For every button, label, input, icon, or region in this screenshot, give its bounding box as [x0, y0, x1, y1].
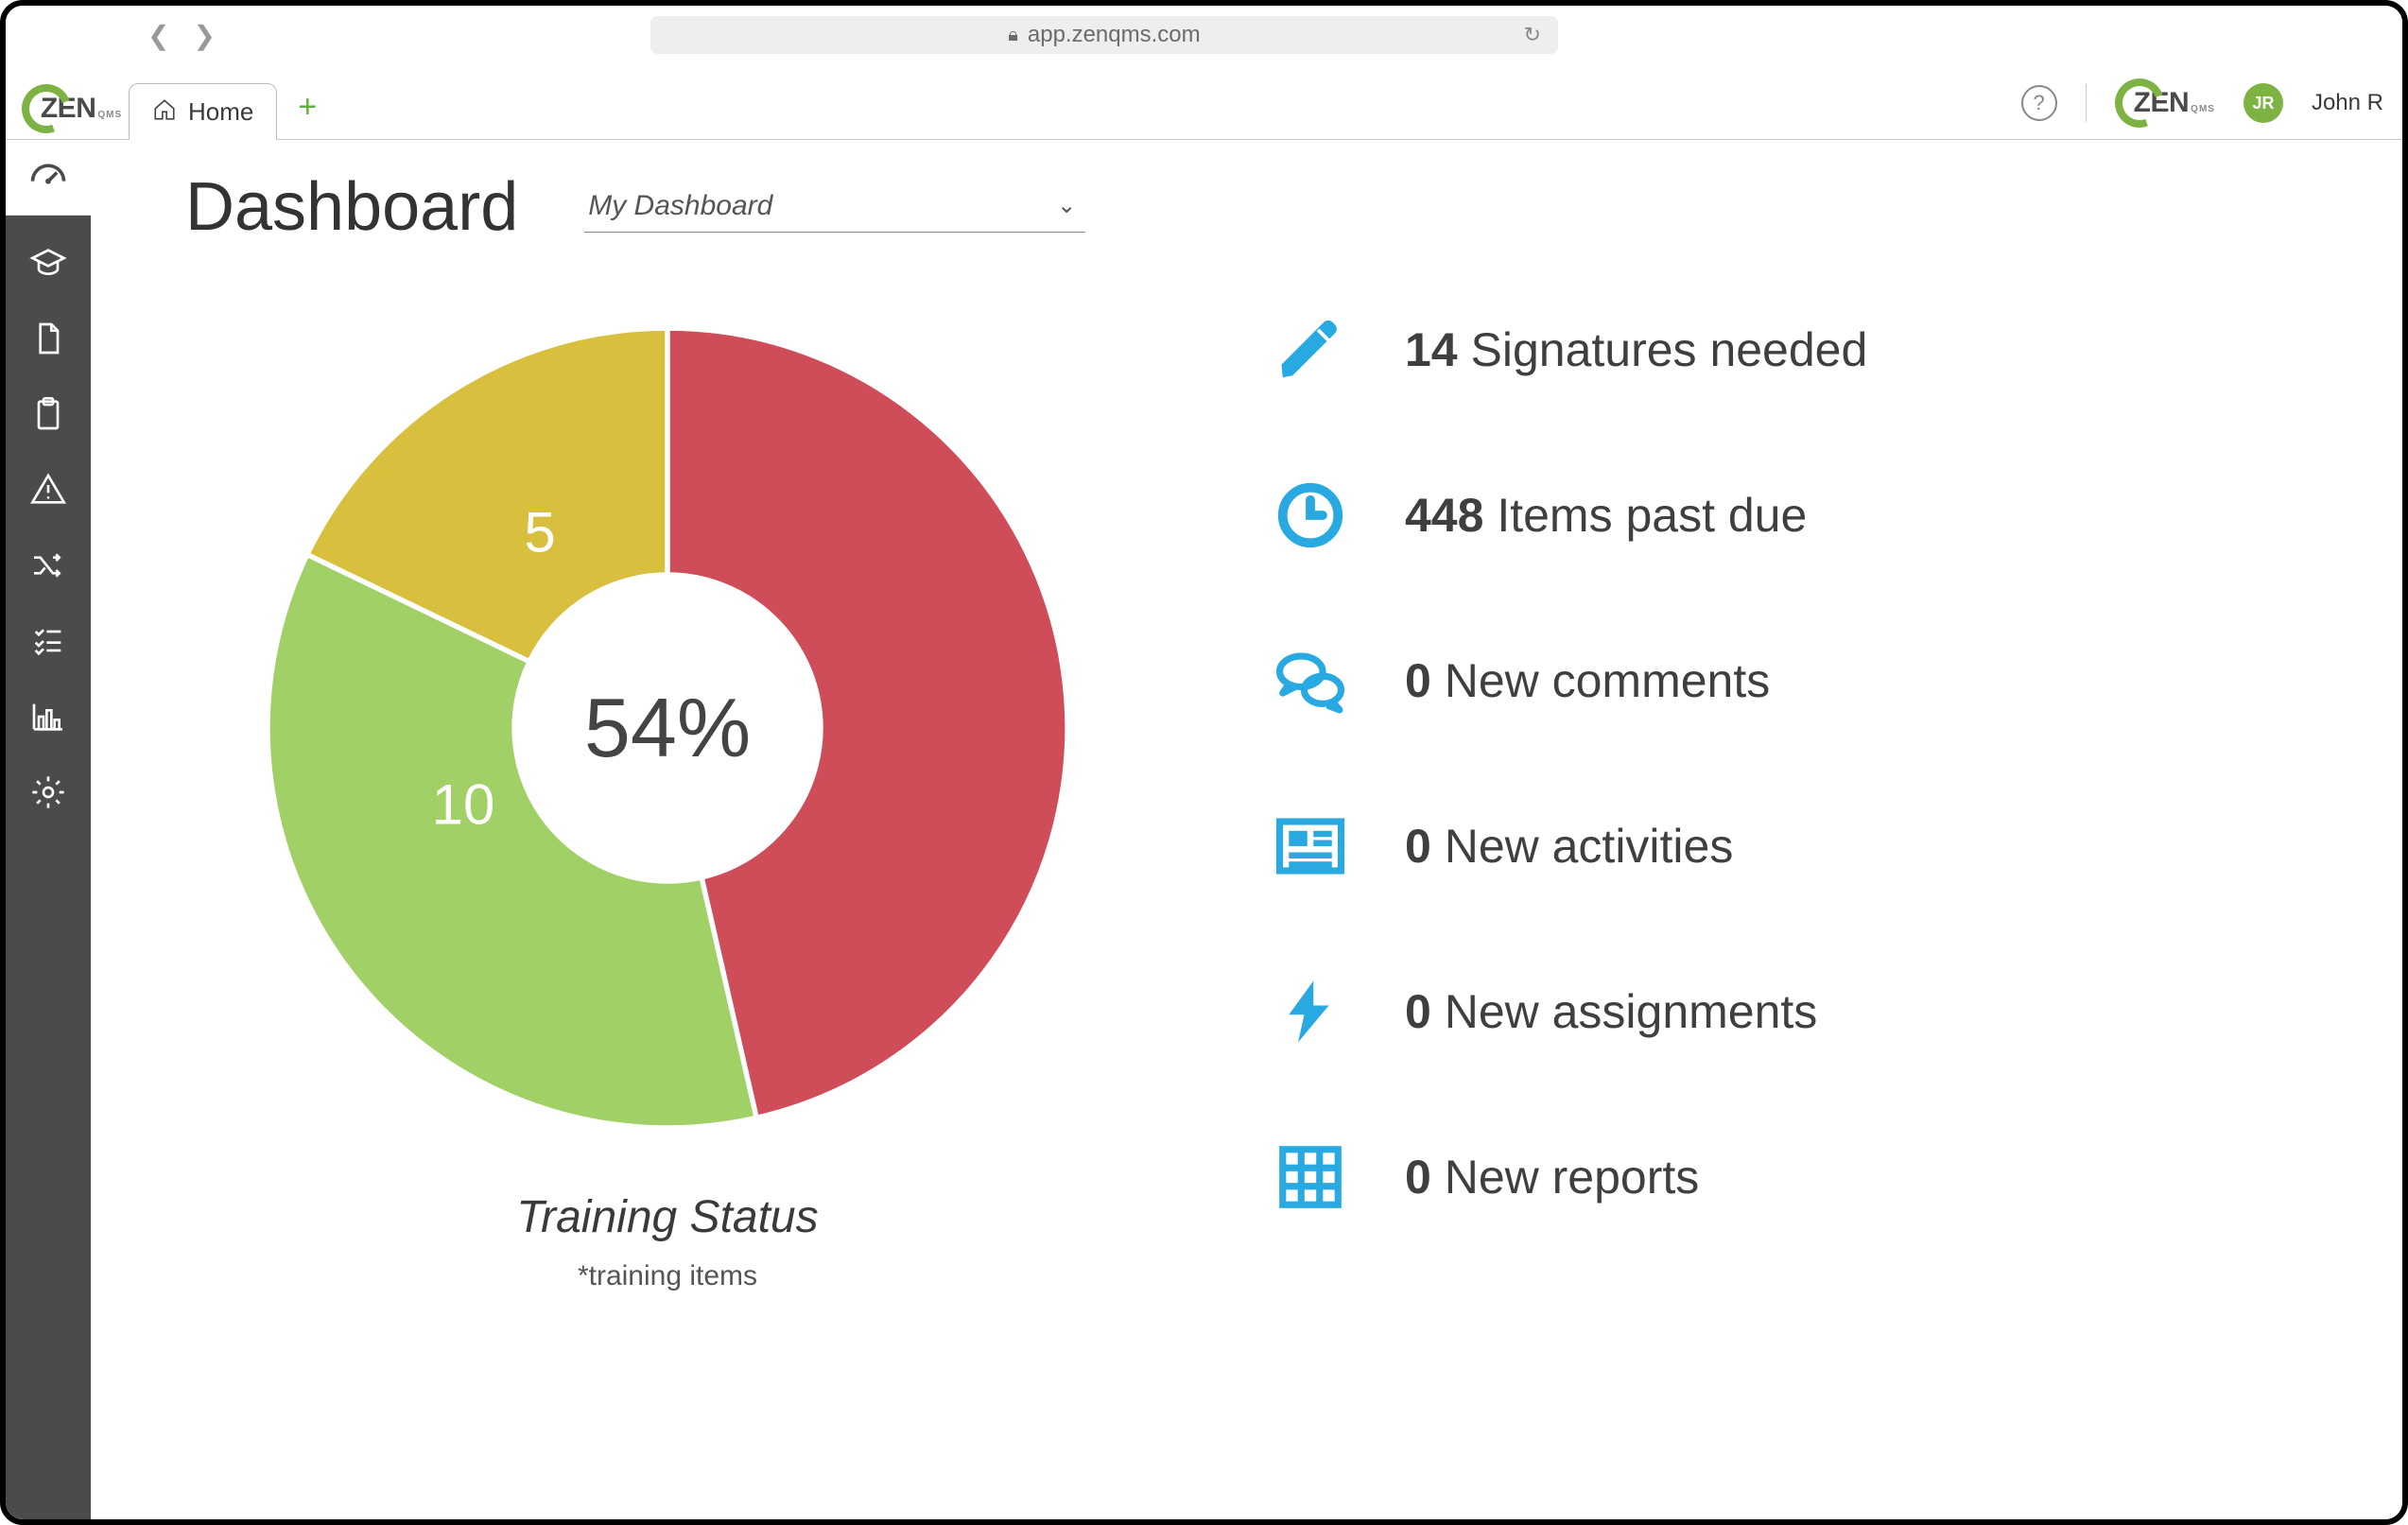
stat-text-4: 0 New assignments — [1405, 984, 1817, 1039]
bolt-icon — [1263, 974, 1358, 1049]
stats-list: 14 Signatures needed 448 Items past due 0 … — [1263, 312, 1867, 1292]
warning-icon — [29, 471, 67, 509]
app-logo[interactable]: ZENQMS — [15, 78, 129, 139]
donut-slice-label-red: 13 — [704, 645, 768, 710]
sidebar-item-tasks[interactable] — [6, 603, 91, 679]
grid-icon — [1263, 1139, 1358, 1215]
main-content: Dashboard My Dashboard ⌄ 54% 13105 Train… — [91, 140, 2402, 1519]
sidebar-item-training[interactable] — [6, 225, 91, 301]
stat-row-1[interactable]: 448 Items past due — [1263, 477, 1867, 553]
clipboard-icon — [29, 395, 67, 433]
refresh-icon[interactable]: ↻ — [1524, 23, 1541, 47]
logo-subtext: QMS — [97, 110, 122, 120]
home-icon — [152, 97, 177, 127]
help-icon-glyph: ? — [2034, 91, 2045, 115]
bar-chart-icon — [29, 698, 67, 736]
chart-title: Training Status — [516, 1191, 818, 1243]
stat-text-5: 0 New reports — [1405, 1150, 1699, 1204]
stat-row-0[interactable]: 14 Signatures needed — [1263, 312, 1867, 388]
comments-icon — [1263, 643, 1358, 719]
document-icon — [29, 320, 67, 357]
sidebar-item-documents[interactable] — [6, 301, 91, 376]
dashboard-selector[interactable]: My Dashboard ⌄ — [584, 182, 1085, 233]
help-button[interactable]: ? — [2021, 85, 2057, 121]
checklist-icon — [29, 622, 67, 660]
avatar-initials: JR — [2252, 94, 2274, 113]
sidebar-item-issues[interactable] — [6, 452, 91, 528]
sidebar-item-settings[interactable] — [6, 754, 91, 830]
browser-url-bar[interactable]: 🔒︎ app.zenqms.com ↻ — [650, 16, 1558, 54]
stat-text-0: 14 Signatures needed — [1405, 322, 1867, 377]
stat-row-2[interactable]: 0 New comments — [1263, 643, 1867, 719]
lock-icon: 🔒︎ — [1008, 25, 1018, 46]
logo-ring-icon — [13, 76, 78, 141]
sidebar-item-reports[interactable] — [6, 679, 91, 754]
gauge-icon — [27, 157, 69, 199]
shuffle-icon — [29, 546, 67, 584]
donut-slice-label-yellow: 5 — [524, 500, 555, 565]
pencil-icon — [1263, 312, 1358, 388]
news-icon — [1263, 808, 1358, 884]
add-tab-button[interactable]: + — [298, 89, 317, 126]
browser-chrome: ❮ ❯ 🔒︎ app.zenqms.com ↻ — [6, 6, 2402, 64]
sidebar-item-change[interactable] — [6, 528, 91, 603]
logo-ring-icon — [2106, 70, 2172, 135]
sidebar-item-clipboard[interactable] — [6, 376, 91, 452]
header-divider — [2086, 84, 2087, 122]
chart-subtitle: *training items — [578, 1260, 757, 1292]
sidebar — [6, 140, 91, 1519]
user-name[interactable]: John R — [2312, 90, 2383, 116]
tab-home-label: Home — [188, 97, 253, 127]
avatar[interactable]: JR — [2243, 83, 2283, 123]
stat-text-1: 448 Items past due — [1405, 488, 1807, 543]
app-header: ZENQMS Home + ? ZENQMS JR John R — [6, 64, 2402, 140]
brand-logo-right: ZENQMS — [2115, 78, 2215, 128]
sidebar-item-dashboard[interactable] — [6, 140, 91, 216]
clock-icon — [1263, 477, 1358, 553]
page-title: Dashboard — [185, 168, 518, 246]
browser-forward-button[interactable]: ❯ — [193, 20, 215, 51]
dashboard-selector-value: My Dashboard — [588, 190, 772, 222]
chevron-down-icon: ⌄ — [1057, 192, 1076, 219]
stat-text-3: 0 New activities — [1405, 819, 1733, 874]
graduation-cap-icon — [29, 244, 67, 282]
browser-url-text: app.zenqms.com — [1028, 22, 1201, 48]
stat-text-2: 0 New comments — [1405, 653, 1770, 708]
donut-slice-label-green: 10 — [432, 772, 495, 838]
training-status-chart: 54% 13105 Training Status *training item… — [242, 303, 1093, 1292]
tab-home[interactable]: Home — [129, 83, 277, 140]
stat-row-5[interactable]: 0 New reports — [1263, 1139, 1867, 1215]
gear-icon — [29, 773, 67, 811]
stat-row-4[interactable]: 0 New assignments — [1263, 974, 1867, 1049]
browser-back-button[interactable]: ❮ — [147, 20, 169, 51]
stat-row-3[interactable]: 0 New activities — [1263, 808, 1867, 884]
